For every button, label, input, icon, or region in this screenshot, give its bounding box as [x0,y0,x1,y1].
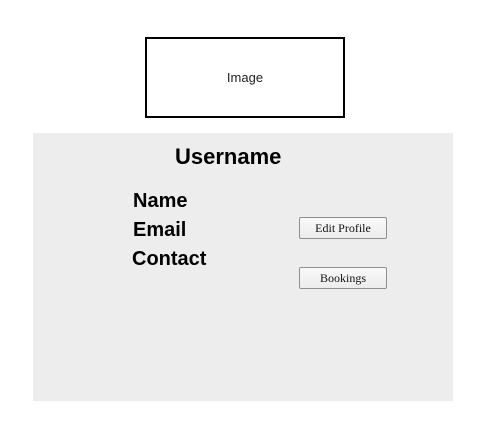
edit-profile-button[interactable]: Edit Profile [299,217,387,239]
email-label: Email [133,219,187,241]
bookings-button[interactable]: Bookings [299,267,387,289]
image-placeholder-label: Image [226,70,264,85]
profile-panel: Username Name Email Contact Edit Profile… [33,133,453,401]
contact-label: Contact [132,248,207,270]
username-heading: Username [175,144,282,169]
name-label: Name [133,190,188,212]
profile-image-placeholder: Image [145,37,345,118]
